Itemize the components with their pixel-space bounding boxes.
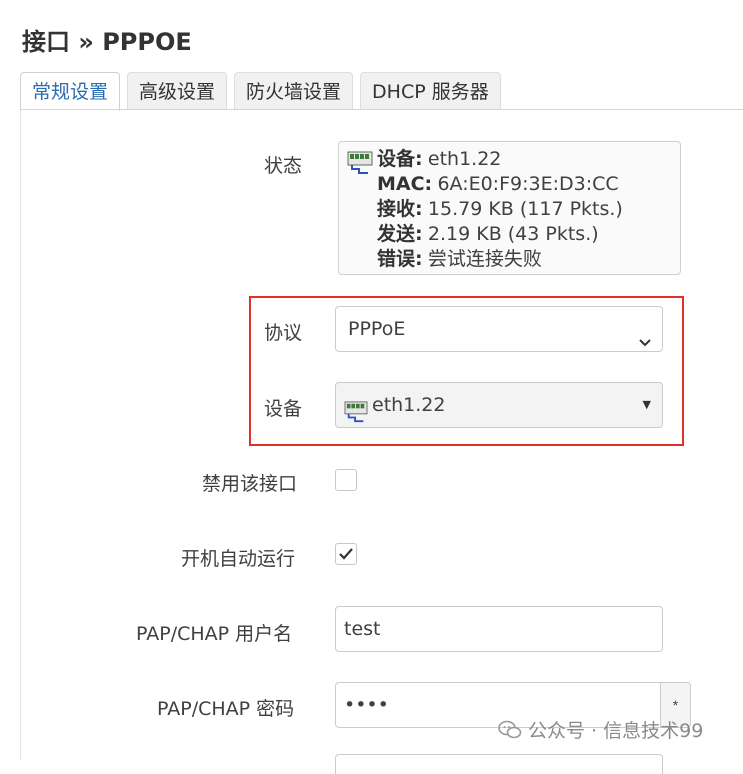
username-input[interactable]: test xyxy=(335,606,663,652)
watermark-text: 公众号 · 信息技术99 xyxy=(528,720,704,742)
status-rx-line: 接收: 15.79 KB (117 Pkts.) xyxy=(377,198,623,220)
protocol-select-value: PPPoE xyxy=(348,318,406,340)
device-select-value: eth1.22 xyxy=(372,394,446,416)
status-device-line: 设备: eth1.22 xyxy=(377,148,502,170)
tab-firewall-settings[interactable]: 防火墙设置 xyxy=(234,72,354,110)
protocol-select[interactable]: PPPoE xyxy=(335,306,663,352)
tab-advanced-settings[interactable]: 高级设置 xyxy=(127,72,228,110)
protocol-label: 协议 xyxy=(264,322,303,344)
device-select[interactable]: eth1.22 ▼ xyxy=(335,382,663,428)
status-mac-line: MAC: 6A:E0:F9:3E:D3:CC xyxy=(377,173,619,195)
device-label: 设备 xyxy=(264,398,303,420)
ethernet-port-icon xyxy=(344,395,368,439)
autostart-checkbox[interactable] xyxy=(335,543,357,565)
disable-interface-checkbox[interactable] xyxy=(335,469,357,491)
next-field-partial xyxy=(335,754,663,774)
autostart-label: 开机自动运行 xyxy=(181,548,296,570)
status-label: 状态 xyxy=(264,155,303,177)
tab-general-settings[interactable]: 常规设置 xyxy=(20,72,121,111)
disable-interface-label: 禁用该接口 xyxy=(202,473,298,495)
tab-dhcp-server[interactable]: DHCP 服务器 xyxy=(360,72,501,110)
status-tx-line: 发送: 2.19 KB (43 Pkts.) xyxy=(377,223,599,245)
panel-border xyxy=(20,110,21,760)
tab-bar: 常规设置 高级设置 防火墙设置 DHCP 服务器 xyxy=(20,72,501,111)
username-label: PAP/CHAP 用户名 xyxy=(136,623,293,645)
checkmark-icon xyxy=(339,548,353,560)
caret-down-icon: ▼ xyxy=(642,398,651,411)
wechat-icon xyxy=(498,720,522,745)
status-error-line: 错误: 尝试连接失败 xyxy=(377,248,542,270)
tab-divider xyxy=(20,109,743,110)
ethernet-port-icon xyxy=(347,151,373,180)
password-label: PAP/CHAP 密码 xyxy=(157,698,295,720)
page-title: 接口 » PPPOE xyxy=(22,28,192,56)
status-box: 设备: eth1.22 MAC: 6A:E0:F9:3E:D3:CC 接收: 1… xyxy=(338,141,681,275)
watermark: 公众号 · 信息技术99 xyxy=(498,716,703,745)
chevron-down-icon xyxy=(638,322,652,366)
